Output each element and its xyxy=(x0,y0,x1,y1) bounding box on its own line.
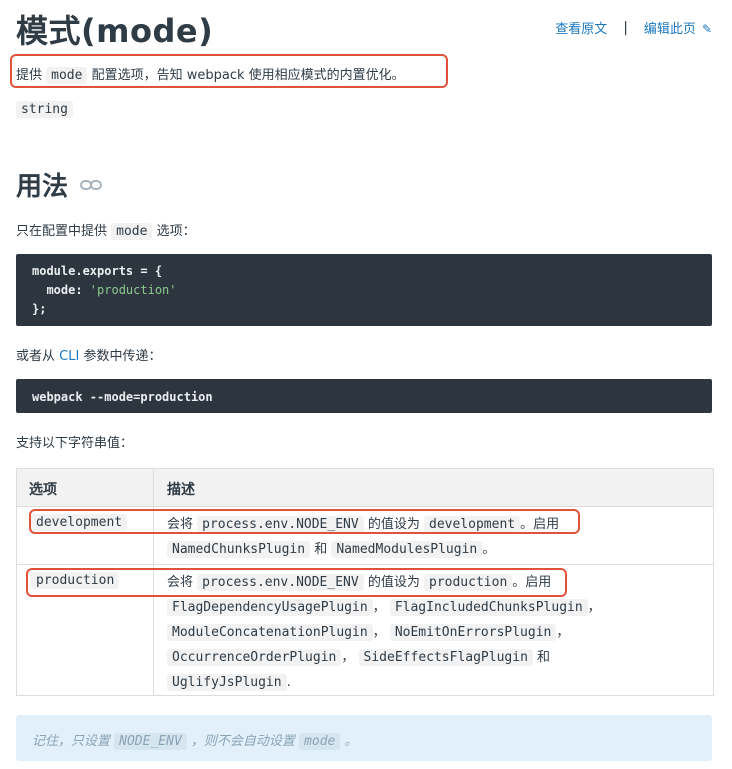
desc-text: ， xyxy=(587,600,601,615)
config-code-block: module.exports = { mode: 'production' }; xyxy=(16,254,712,326)
desc-text: 和 xyxy=(314,542,328,557)
inline-code: mode xyxy=(46,67,88,84)
option-production: production xyxy=(31,572,120,589)
link-icon[interactable] xyxy=(80,179,103,191)
intro-paragraph: 提供 mode 配置选项，告知 webpack 使用相应模式的内置优化。 xyxy=(16,64,405,84)
table-header: 选项 描述 xyxy=(17,469,713,507)
desc-text: 。 xyxy=(482,542,496,557)
code-text: module.exports = { xyxy=(32,264,163,278)
desc-text: ， xyxy=(372,625,386,640)
cli-link[interactable]: CLI xyxy=(59,349,79,364)
inline-code: process.env.NODE_ENV xyxy=(197,516,364,533)
desc-text: 。启用 xyxy=(520,517,560,532)
edit-page-label: 编辑此页 xyxy=(643,22,696,37)
desc-text: 会将 xyxy=(167,575,194,590)
usage-heading: 用法 xyxy=(16,166,103,203)
inline-code: mode xyxy=(111,223,153,240)
option-development: development xyxy=(31,514,128,531)
cli-paragraph: 或者从 CLI 参数中传递： xyxy=(16,345,161,364)
edit-page-link[interactable]: 编辑此页 ✎ xyxy=(644,18,712,37)
description-development: 会将 process.env.NODE_ENV 的值设为 development… xyxy=(167,512,697,562)
view-source-link[interactable]: 查看原文 xyxy=(555,18,607,37)
code-string: 'production' xyxy=(89,283,177,297)
table-row: production 会将 process.env.NODE_ENV 的值设为 … xyxy=(17,565,713,695)
desc-text: 会将 xyxy=(167,517,194,532)
page-actions: 查看原文 | 编辑此页 ✎ xyxy=(555,18,712,38)
values-paragraph: 支持以下字符串值： xyxy=(16,436,134,451)
cli-code-block: webpack --mode=production xyxy=(16,379,712,413)
type-tag: string xyxy=(16,101,73,118)
plugin-name: NamedModulesPlugin xyxy=(331,541,483,558)
plugin-name: NoEmitOnErrorsPlugin xyxy=(389,624,557,641)
plugin-name: FlagDependencyUsagePlugin xyxy=(167,599,373,616)
cli-text: 参数中传递： xyxy=(83,349,162,364)
header-description: 描述 xyxy=(167,482,195,498)
desc-text: 和 xyxy=(537,650,551,665)
code-text: }; xyxy=(32,302,47,316)
page-title: 模式(mode) xyxy=(16,12,214,50)
inline-code: process.env.NODE_ENV xyxy=(197,574,364,591)
plugin-name: NamedChunksPlugin xyxy=(167,541,311,558)
plugin-name: SideEffectsFlagPlugin xyxy=(358,649,533,666)
desc-text: ， xyxy=(372,600,386,615)
table-row: development 会将 process.env.NODE_ENV 的值设为… xyxy=(17,507,713,565)
inline-code: mode xyxy=(299,733,341,750)
usage-heading-text: 用法 xyxy=(16,172,69,202)
intro-text: 提供 xyxy=(16,68,43,83)
plugin-name: UglifyJsPlugin xyxy=(167,674,287,691)
separator: | xyxy=(623,19,628,36)
plugin-name: OccurrenceOrderPlugin xyxy=(167,649,342,666)
usage-text: 选项： xyxy=(156,224,196,239)
desc-text: 的值设为 xyxy=(367,575,420,590)
inline-code: NODE_ENV xyxy=(114,733,187,750)
description-production: 会将 process.env.NODE_ENV 的值设为 production。… xyxy=(167,570,697,695)
intro-text: 配置选项，告知 webpack 使用相应模式的内置优化。 xyxy=(91,68,405,83)
code-line: webpack --mode=production xyxy=(32,390,213,404)
pencil-icon: ✎ xyxy=(701,22,712,36)
code-line: module.exports = { xyxy=(32,264,162,278)
note-callout: 记住，只设置 NODE_ENV ，则不会自动设置 mode 。 xyxy=(16,715,712,761)
note-part: 记住，只设置 xyxy=(32,734,111,749)
cli-text: 或者从 xyxy=(16,349,56,364)
code-line: }; xyxy=(32,302,46,316)
usage-text: 只在配置中提供 xyxy=(16,224,108,239)
mode-table: 选项 描述 development 会将 process.env.NODE_EN… xyxy=(16,468,714,696)
inline-code: production xyxy=(424,574,513,591)
inline-code: development xyxy=(424,516,521,533)
note-text: 记住，只设置 NODE_ENV ，则不会自动设置 mode 。 xyxy=(32,730,358,750)
desc-text: . xyxy=(286,675,291,690)
usage-paragraph: 只在配置中提供 mode 选项： xyxy=(16,220,196,240)
desc-text: ， xyxy=(341,650,355,665)
code-key: mode: xyxy=(32,283,90,297)
desc-text: 。启用 xyxy=(512,575,552,590)
note-part: ，则不会自动设置 xyxy=(190,734,295,749)
plugin-name: FlagIncludedChunksPlugin xyxy=(389,599,588,616)
desc-text: 的值设为 xyxy=(367,517,420,532)
note-part: 。 xyxy=(344,734,358,749)
header-option: 选项 xyxy=(29,482,57,498)
plugin-name: ModuleConcatenationPlugin xyxy=(167,624,373,641)
code-line: mode: 'production' xyxy=(32,283,177,297)
desc-text: ， xyxy=(556,625,570,640)
